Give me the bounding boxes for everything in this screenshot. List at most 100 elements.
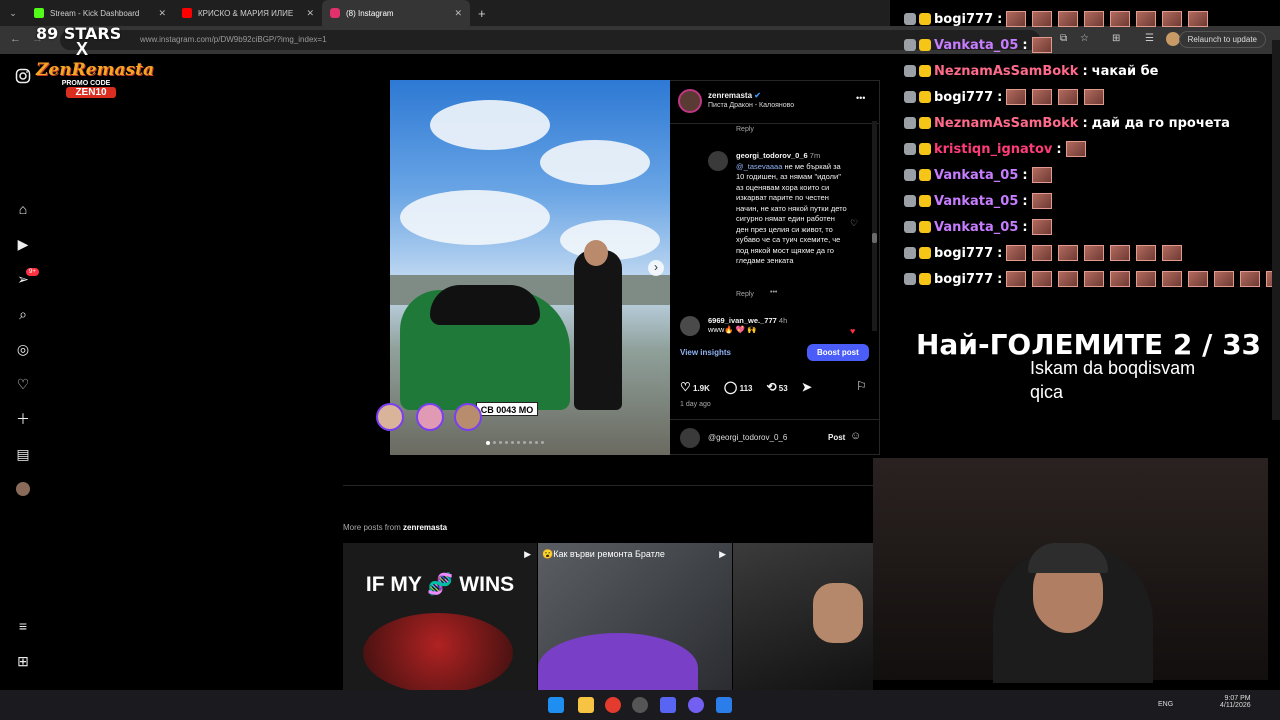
thumbnail-caption: IF MY 🧬 WINS <box>365 573 515 596</box>
start-icon[interactable] <box>548 697 564 713</box>
chat-username[interactable]: kristiqn_ignatov <box>934 142 1052 157</box>
post-thumbnail[interactable]: 😮Как върви ремонта Братле ▶ <box>538 543 732 690</box>
tab-title: Stream - Kick Dashboard <box>50 8 140 18</box>
extensions-icon[interactable]: ⧉ <box>1060 33 1067 44</box>
view-insights-link[interactable]: View insights <box>680 348 731 357</box>
tagged-user-avatar[interactable] <box>376 403 404 431</box>
search-icon[interactable]: ⌕ <box>14 305 32 323</box>
save-icon[interactable]: ⚐ <box>856 379 867 393</box>
create-icon[interactable]: ＋ <box>14 410 32 428</box>
boost-post-button[interactable]: Boost post <box>807 344 869 361</box>
commenter-avatar[interactable] <box>680 316 700 336</box>
chat-username[interactable]: bogi777 <box>934 272 993 287</box>
crown-badge-icon <box>919 221 931 233</box>
instagram-favicon-icon <box>330 8 340 18</box>
chat-username[interactable]: Vankata_05 <box>934 220 1018 235</box>
chat-separator: : <box>1022 193 1028 209</box>
obs-icon[interactable] <box>632 697 648 713</box>
like-comment-icon[interactable]: ♡ <box>850 218 858 229</box>
file-explorer-icon[interactable] <box>578 697 594 713</box>
emoji-icon[interactable]: ☺ <box>850 430 861 442</box>
chat-username[interactable]: Vankata_05 <box>934 38 1018 53</box>
tagged-user-avatar[interactable] <box>416 403 444 431</box>
tab-youtube[interactable]: КРИСКО & МАРИЯ ИЛИЕ ✕ <box>174 0 322 26</box>
post-comment-button[interactable]: Post <box>828 433 845 442</box>
author-avatar[interactable] <box>678 89 702 113</box>
reading-list-icon[interactable]: ☰ <box>1145 33 1154 44</box>
chat-username[interactable]: Vankata_05 <box>934 194 1018 209</box>
chat-username[interactable]: NeznamAsSamBokk <box>934 64 1078 79</box>
chat-message: NeznamAsSamBokk: чакай бе <box>904 61 1158 81</box>
crown-badge-icon <box>919 195 931 207</box>
chat-message: bogi777: <box>904 269 1280 289</box>
chat-badge-icon <box>904 247 916 259</box>
comment-author[interactable]: 6969_ivan_we._777 <box>708 316 777 325</box>
reply-link[interactable]: Reply <box>736 126 754 133</box>
chat-username[interactable]: bogi777 <box>934 246 993 261</box>
relaunch-button[interactable]: Relaunch to update <box>1178 31 1266 48</box>
language-indicator[interactable]: ENG <box>1158 701 1173 708</box>
avatar[interactable] <box>1166 32 1180 46</box>
liked-heart-icon[interactable]: ♥ <box>850 326 855 336</box>
comment-mention[interactable]: @_tasevaaaa <box>736 162 782 171</box>
menu-icon[interactable]: ≡ <box>14 617 32 635</box>
reply-link[interactable]: Reply <box>736 291 754 298</box>
close-tab-icon[interactable]: ✕ <box>454 8 462 19</box>
chat-badge-icon <box>904 143 916 155</box>
chat-emote-icon <box>1058 89 1079 105</box>
close-tab-icon[interactable]: ✕ <box>158 8 166 19</box>
post-thumbnail[interactable]: IF MY 🧬 WINS ▶ <box>343 543 537 690</box>
address-bar[interactable]: www.instagram.com/p/DW9b92ciBGP/?img_ind… <box>60 30 1040 50</box>
tab-kick-dashboard[interactable]: Stream - Kick Dashboard ✕ <box>26 0 174 26</box>
post-image[interactable]: CB 0043 MO › <box>390 80 670 455</box>
comment-author[interactable]: georgi_todorov_0_6 <box>736 151 808 160</box>
viber-icon[interactable] <box>688 697 704 713</box>
browser-toolbar: ← → www.instagram.com/p/DW9b92ciBGP/?img… <box>0 26 1280 54</box>
tab-search-icon[interactable]: ⌄ <box>0 0 26 26</box>
more-options-icon[interactable]: ••• <box>856 93 865 103</box>
back-icon[interactable]: ← <box>10 33 21 45</box>
chat-username[interactable]: bogi777 <box>934 12 993 27</box>
comment-input[interactable]: @georgi_todorov_0_6 <box>708 433 787 442</box>
comments-scrollbar[interactable] <box>872 121 877 331</box>
home-icon[interactable]: ⌂ <box>14 200 32 218</box>
comment-button[interactable]: ◯ 113 <box>724 380 753 394</box>
close-tab-icon[interactable]: ✕ <box>306 8 314 19</box>
star-icon[interactable]: ☆ <box>1080 33 1089 44</box>
puzzle-icon[interactable]: ⊞ <box>1112 33 1120 44</box>
instagram-icon[interactable] <box>14 68 32 86</box>
chat-username[interactable]: NeznamAsSamBokk <box>934 116 1078 131</box>
commenter-avatar[interactable] <box>708 151 728 171</box>
tab-title: КРИСКО & МАРИЯ ИЛИЕ <box>198 8 294 18</box>
comment-options-icon[interactable]: ••• <box>770 289 777 296</box>
page-scrollbar[interactable] <box>1272 40 1280 420</box>
explore-icon[interactable]: ◎ <box>14 340 32 358</box>
dashboard-icon[interactable]: ▤ <box>14 445 32 463</box>
clock[interactable]: 9:07 PM 4/11/2026 <box>1220 695 1251 709</box>
chat-username[interactable]: Vankata_05 <box>934 168 1018 183</box>
tagged-user-avatar[interactable] <box>454 403 482 431</box>
post-location[interactable]: Писта Дракон - Калояново <box>708 102 794 109</box>
notifications-icon[interactable]: ♡ <box>14 375 32 393</box>
reels-icon[interactable]: ▶ <box>14 235 32 253</box>
also-from-meta-icon[interactable]: ⊞ <box>14 652 32 670</box>
post-date: 1 day ago <box>680 401 711 408</box>
chat-username[interactable]: bogi777 <box>934 90 993 105</box>
chat-emote-icon <box>1214 271 1235 287</box>
profile-icon[interactable] <box>16 482 30 496</box>
tab-instagram[interactable]: (8) Instagram ✕ <box>322 0 470 26</box>
carousel-next-button[interactable]: › <box>648 260 664 276</box>
comment2: 6969_ivan_we._777 4h www🔥 💖 🙌 <box>708 316 787 334</box>
app-icon[interactable] <box>716 697 732 713</box>
repost-button[interactable]: ⟲ 53 <box>766 380 787 394</box>
comment-icon: ◯ <box>723 380 738 394</box>
share-icon[interactable]: ➤ <box>802 380 812 394</box>
more-posts-user-link[interactable]: zenremasta <box>403 523 447 532</box>
discord-icon[interactable] <box>660 697 676 713</box>
chrome-icon[interactable] <box>605 697 621 713</box>
like-button[interactable]: ♡ 1.9K <box>680 380 710 394</box>
author-username[interactable]: zenremasta ✔ <box>708 91 761 100</box>
post-thumbnail[interactable] <box>733 543 873 690</box>
chat-badge-icon <box>904 91 916 103</box>
new-tab-button[interactable]: + <box>478 6 486 21</box>
